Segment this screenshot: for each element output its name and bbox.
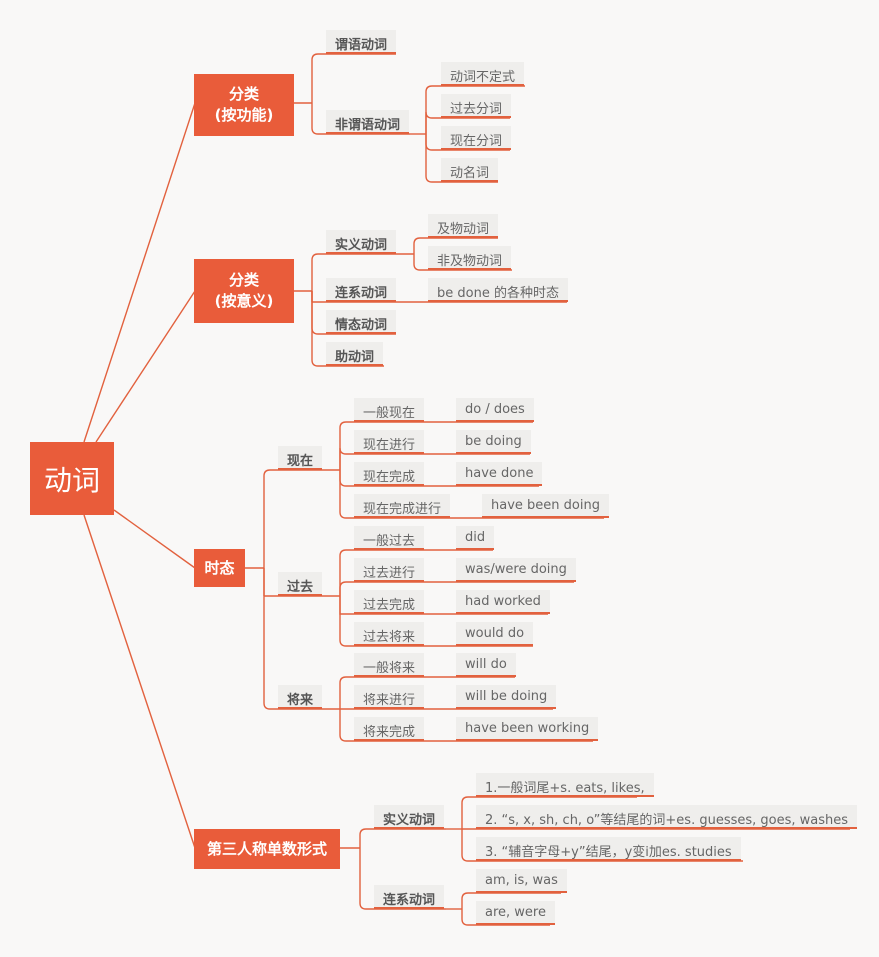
tense-form[interactable]: will be doing bbox=[456, 685, 557, 709]
root-node[interactable]: 动词 bbox=[30, 442, 114, 515]
lexical-verb-node[interactable]: 实义动词 bbox=[326, 230, 397, 254]
predicate-verb-node[interactable]: 谓语动词 bbox=[326, 30, 397, 54]
third-person-singular-label: 第三人称单数形式 bbox=[206, 839, 327, 858]
tense-form[interactable]: would do bbox=[456, 622, 534, 646]
tense-label: 时态 bbox=[204, 558, 235, 577]
rule-item[interactable]: 1.一般词尾+s. eats, likes, bbox=[476, 773, 654, 797]
tense-form[interactable]: was/were doing bbox=[456, 558, 576, 582]
category-by-function-line1: 分类 bbox=[228, 85, 259, 103]
linking-form-item[interactable]: are, were bbox=[476, 901, 555, 925]
modal-verb-node[interactable]: 情态动词 bbox=[326, 310, 397, 334]
tense-name[interactable]: 现在完成进行 bbox=[354, 494, 451, 518]
nonfinite-item[interactable]: 动名词 bbox=[441, 158, 499, 182]
nonfinite-item[interactable]: 过去分词 bbox=[441, 94, 512, 118]
tense-form[interactable]: have been doing bbox=[482, 494, 609, 518]
tense-name[interactable]: 将来进行 bbox=[354, 685, 425, 709]
tense-name[interactable]: 一般现在 bbox=[354, 398, 425, 422]
third-person-singular-node[interactable]: 第三人称单数形式 bbox=[194, 829, 340, 869]
tense-form[interactable]: do / does bbox=[456, 398, 534, 422]
rule-item[interactable]: 2. “s, x, sh, ch, o”等结尾的词+es. guesses, g… bbox=[476, 805, 858, 829]
nonfinite-item[interactable]: 动词不定式 bbox=[441, 62, 525, 86]
nonfinite-verb-node[interactable]: 非谓语动词 bbox=[326, 110, 410, 134]
tense-form[interactable]: have done bbox=[456, 462, 543, 486]
transitive-item[interactable]: 及物动词 bbox=[428, 214, 499, 238]
tense-form[interactable]: have been working bbox=[456, 717, 599, 741]
linking-verb-detail[interactable]: be done 的各种时态 bbox=[428, 278, 568, 302]
tense-node[interactable]: 时态 bbox=[194, 549, 245, 587]
category-by-meaning-line2: (按意义) bbox=[214, 292, 274, 310]
linking-verb-node[interactable]: 连系动词 bbox=[326, 278, 397, 302]
category-by-function-line2: (按功能) bbox=[214, 106, 274, 124]
auxiliary-verb-node[interactable]: 助动词 bbox=[326, 342, 384, 366]
tense-name[interactable]: 将来完成 bbox=[354, 717, 425, 741]
tense-name[interactable]: 一般将来 bbox=[354, 653, 425, 677]
tense-name[interactable]: 过去完成 bbox=[354, 590, 425, 614]
transitive-item[interactable]: 非及物动词 bbox=[428, 246, 512, 270]
rule-item[interactable]: 3. “辅音字母+y”结尾，y变i加es. studies bbox=[476, 837, 741, 861]
past-tense-node[interactable]: 过去 bbox=[278, 572, 323, 596]
present-tense-node[interactable]: 现在 bbox=[278, 446, 323, 470]
category-by-function-node[interactable]: 分类 (按功能) bbox=[194, 74, 294, 136]
tense-form[interactable]: be doing bbox=[456, 430, 531, 454]
third-linking-verb-node[interactable]: 连系动词 bbox=[374, 885, 445, 909]
tense-name[interactable]: 一般过去 bbox=[354, 526, 425, 550]
linking-form-item[interactable]: am, is, was bbox=[476, 869, 567, 893]
category-by-meaning-line1: 分类 bbox=[228, 271, 259, 289]
tense-name[interactable]: 现在完成 bbox=[354, 462, 425, 486]
root-label: 动词 bbox=[43, 463, 100, 497]
category-by-meaning-node[interactable]: 分类 (按意义) bbox=[194, 259, 294, 323]
tense-name[interactable]: 现在进行 bbox=[354, 430, 425, 454]
tense-name[interactable]: 过去进行 bbox=[354, 558, 425, 582]
future-tense-node[interactable]: 将来 bbox=[278, 685, 323, 709]
tense-form[interactable]: had worked bbox=[456, 590, 550, 614]
third-lexical-verb-node[interactable]: 实义动词 bbox=[374, 805, 445, 829]
tense-form[interactable]: will do bbox=[456, 653, 516, 677]
tense-form[interactable]: did bbox=[456, 526, 495, 550]
tense-name[interactable]: 过去将来 bbox=[354, 622, 425, 646]
nonfinite-item[interactable]: 现在分词 bbox=[441, 126, 512, 150]
